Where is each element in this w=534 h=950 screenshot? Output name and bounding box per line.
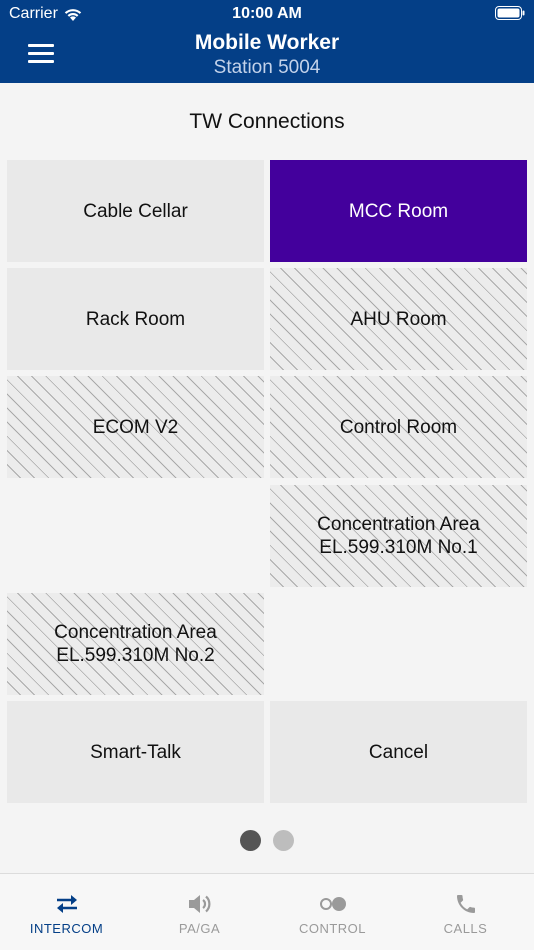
tile-concentration-area-2[interactable]: Concentration Area EL.599.310M No.2 <box>7 593 264 695</box>
tile-label: Concentration Area EL.599.310M No.1 <box>317 514 480 558</box>
tab-label: CALLS <box>443 921 488 936</box>
toggle-icon <box>319 897 346 911</box>
tile-concentration-area-1[interactable]: Concentration Area EL.599.310M No.1 <box>270 485 527 587</box>
smart-talk-button[interactable]: Smart-Talk <box>7 701 264 803</box>
page-indicator <box>0 830 534 852</box>
tile-mcc-room[interactable]: MCC Room <box>270 160 527 262</box>
tile-ecom-v2[interactable]: ECOM V2 <box>7 376 264 478</box>
tile-ahu-room[interactable]: AHU Room <box>270 268 527 370</box>
phone-icon <box>456 895 475 913</box>
app-title: Mobile Worker <box>194 31 340 54</box>
tab-label: CONTROL <box>298 921 367 936</box>
tile-label: Rack Room <box>85 308 186 330</box>
tile-label: Control Room <box>339 416 458 438</box>
app-header: Carrier 10:00 AM Mobile Worker Station 5… <box>0 0 534 83</box>
page-dot-active[interactable] <box>240 830 261 851</box>
tile-label: Cable Cellar <box>83 200 188 222</box>
tab-label: INTERCOM <box>29 921 104 936</box>
tab-label: PA/GA <box>178 921 221 936</box>
tab-bar: INTERCOM PA/GA CONTROL CALLS <box>0 873 534 950</box>
station-subtitle: Station 5004 <box>213 57 321 78</box>
tile-label: ECOM V2 <box>92 416 179 438</box>
tile-control-room[interactable]: Control Room <box>270 376 527 478</box>
tab-calls[interactable]: CALLS <box>399 874 532 950</box>
tile-label: Smart-Talk <box>90 741 181 763</box>
status-bar: Carrier 10:00 AM <box>0 0 534 28</box>
tab-control[interactable]: CONTROL <box>266 874 399 950</box>
tile-label: MCC Room <box>348 200 449 222</box>
swap-arrows-icon <box>56 895 77 913</box>
tab-pa-ga[interactable]: PA/GA <box>133 874 266 950</box>
status-time: 10:00 AM <box>232 5 302 22</box>
tile-rack-room[interactable]: Rack Room <box>7 268 264 370</box>
tile-label: Concentration Area EL.599.310M No.2 <box>54 622 217 666</box>
battery-icon <box>495 6 525 20</box>
tile-label: AHU Room <box>350 308 447 330</box>
section-title: TW Connections <box>189 110 345 133</box>
page-dot-inactive[interactable] <box>273 830 294 851</box>
tile-cable-cellar[interactable]: Cable Cellar <box>7 160 264 262</box>
cancel-button[interactable]: Cancel <box>270 701 527 803</box>
tile-label: Cancel <box>368 741 429 763</box>
tab-intercom[interactable]: INTERCOM <box>0 874 133 950</box>
speaker-icon <box>188 895 210 913</box>
